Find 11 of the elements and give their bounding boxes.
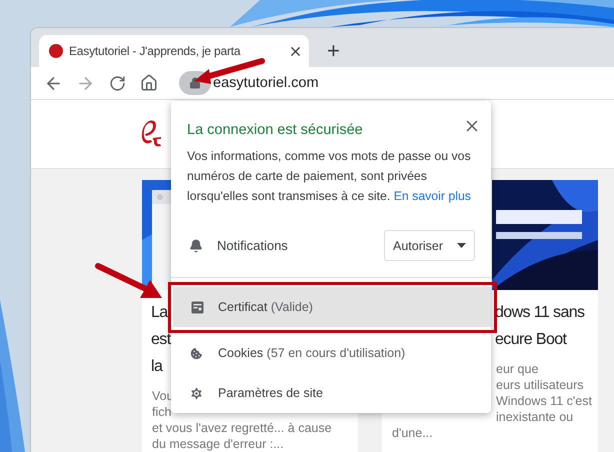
permission-label: Notifications xyxy=(217,238,289,253)
article-excerpt: inexistante ou xyxy=(495,409,574,425)
security-description: Vos informations, comme vos mots de passe ou vos numéros de carte de paiement, sont privées lorsqu'elles sont transmises à ce site. En savoir plus xyxy=(186,148,472,205)
article-excerpt: fich xyxy=(152,404,172,420)
article-excerpt: et vous l'avez regretté... à cause xyxy=(152,420,332,436)
article-excerpt: eur que xyxy=(495,361,538,377)
article-excerpt: d'une... xyxy=(392,425,433,441)
popup-title: La connexion est sécurisée xyxy=(187,122,363,138)
article-excerpt: du message d'erreur :... xyxy=(152,436,284,452)
article-excerpt: Windows 11 c'est xyxy=(495,393,592,409)
article-excerpt: eurs utilisateurs xyxy=(495,377,584,393)
